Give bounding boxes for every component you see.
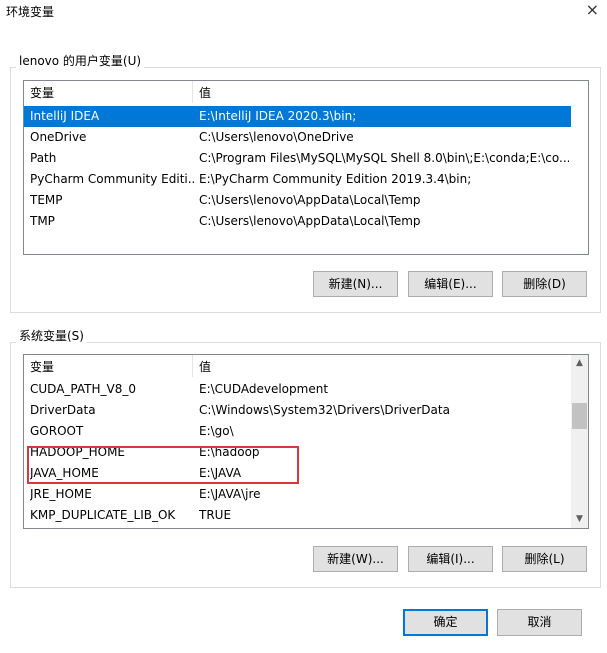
table-row[interactable]: IntelliJ IDEA E:\IntelliJ IDEA 2020.3\bi… xyxy=(24,106,571,127)
row-variable-value: C:\Users\lenovo\AppData\Local\Temp xyxy=(199,214,421,228)
table-row[interactable]: JRE_HOME E:\JAVA\jre xyxy=(24,484,571,505)
column-divider[interactable] xyxy=(192,81,193,103)
row-variable-value: C:\Users\lenovo\AppData\Local\Temp xyxy=(199,193,421,207)
row-variable-name: TMP xyxy=(30,214,55,228)
cancel-button[interactable]: 取消 xyxy=(497,609,582,636)
system-edit-button[interactable]: 编辑(I)... xyxy=(408,546,493,572)
user-new-button[interactable]: 新建(N)... xyxy=(313,271,398,297)
vertical-scrollbar[interactable]: ▲ ▼ xyxy=(571,355,588,528)
row-variable-value: TRUE xyxy=(199,508,232,522)
row-variable-name: Path xyxy=(30,151,57,165)
user-vars-list[interactable]: 变量 值 IntelliJ IDEA E:\IntelliJ IDEA 2020… xyxy=(23,80,589,255)
row-variable-value: E:\go\ xyxy=(199,424,234,438)
system-new-button[interactable]: 新建(W)... xyxy=(313,546,398,572)
table-row[interactable]: Path C:\Program Files\MySQL\MySQL Shell … xyxy=(24,148,571,169)
system-vars-group-label: 系统变量(S) xyxy=(16,327,87,344)
table-row[interactable]: PyCharm Community Editi... E:\PyCharm Co… xyxy=(24,169,571,190)
user-vars-group-label: lenovo 的用户变量(U) xyxy=(16,52,145,69)
system-vars-list[interactable]: 变量 值 CUDA_PATH_V8_0 E:\CUDAdevelopment D… xyxy=(23,354,589,529)
scroll-up-icon[interactable]: ▲ xyxy=(571,355,588,372)
row-variable-name: TEMP xyxy=(30,193,63,207)
table-row[interactable]: KMP_DUPLICATE_LIB_OK TRUE xyxy=(24,505,571,526)
row-variable-value: E:\PyCharm Community Edition 2019.3.4\bi… xyxy=(199,172,472,186)
table-row[interactable]: TMP C:\Users\lenovo\AppData\Local\Temp xyxy=(24,211,571,232)
user-vars-header: 变量 值 xyxy=(24,81,588,103)
system-vars-header: 变量 值 xyxy=(24,355,571,377)
scrollbar-thumb[interactable] xyxy=(572,403,587,429)
column-header-variable[interactable]: 变量 xyxy=(30,84,54,101)
annotation-highlight-box xyxy=(27,446,299,484)
row-variable-value: E:\CUDAdevelopment xyxy=(199,382,329,396)
row-variable-value: E:\IntelliJ IDEA 2020.3\bin; xyxy=(199,109,357,123)
row-variable-name: JRE_HOME xyxy=(30,487,92,501)
table-row[interactable]: DriverData C:\Windows\System32\Drivers\D… xyxy=(24,400,571,421)
row-variable-name: PyCharm Community Editi... xyxy=(30,172,195,186)
ok-button[interactable]: 确定 xyxy=(403,609,488,636)
scroll-down-icon[interactable]: ▼ xyxy=(571,511,588,528)
table-row[interactable]: CUDA_PATH_V8_0 E:\CUDAdevelopment xyxy=(24,379,571,400)
table-row[interactable]: TEMP C:\Users\lenovo\AppData\Local\Temp xyxy=(24,190,571,211)
row-variable-value: C:\Users\lenovo\OneDrive xyxy=(199,130,354,144)
row-variable-value: E:\JAVA\jre xyxy=(199,487,261,501)
row-variable-name: IntelliJ IDEA xyxy=(30,109,100,123)
column-header-variable[interactable]: 变量 xyxy=(30,358,54,375)
row-variable-value: C:\Program Files\MySQL\MySQL Shell 8.0\b… xyxy=(199,151,569,165)
user-edit-button[interactable]: 编辑(E)... xyxy=(408,271,493,297)
close-icon[interactable]: × xyxy=(586,0,599,19)
row-variable-name: OneDrive xyxy=(30,130,87,144)
column-header-value[interactable]: 值 xyxy=(199,84,211,101)
column-header-value[interactable]: 值 xyxy=(199,358,211,375)
user-delete-button[interactable]: 删除(D) xyxy=(502,271,587,297)
window-title: 环境变量 xyxy=(6,5,55,19)
column-divider[interactable] xyxy=(192,355,193,377)
table-row[interactable]: GOROOT E:\go\ xyxy=(24,421,571,442)
table-row[interactable]: OneDrive C:\Users\lenovo\OneDrive xyxy=(24,127,571,148)
row-variable-value: C:\Windows\System32\Drivers\DriverData xyxy=(199,403,450,417)
row-variable-name: DriverData xyxy=(30,403,96,417)
row-variable-name: GOROOT xyxy=(30,424,84,438)
row-variable-name: KMP_DUPLICATE_LIB_OK xyxy=(30,508,176,522)
row-variable-name: CUDA_PATH_V8_0 xyxy=(30,382,136,396)
system-delete-button[interactable]: 删除(L) xyxy=(502,546,587,572)
